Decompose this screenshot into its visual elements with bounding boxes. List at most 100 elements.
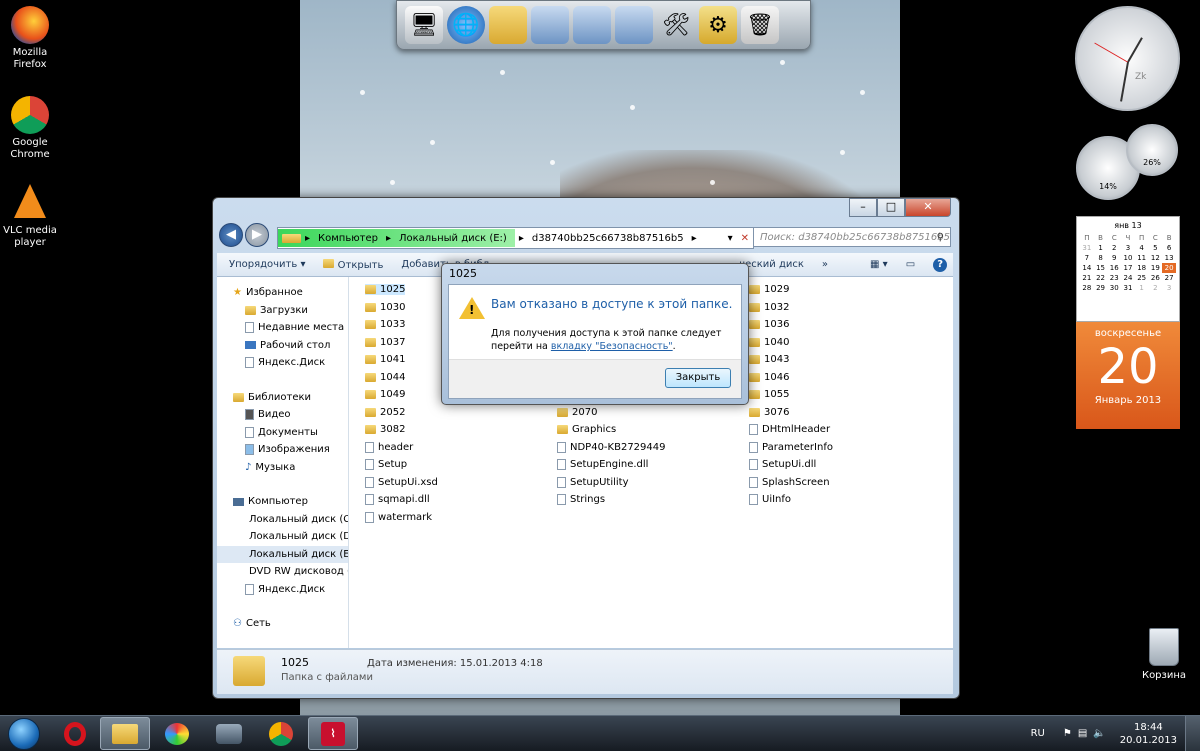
back-button[interactable]: ◀ <box>219 223 243 247</box>
taskbar-camera[interactable] <box>204 717 254 750</box>
calendar-date[interactable]: 15 <box>1094 263 1108 273</box>
desktop-icon-chrome[interactable]: Google Chrome <box>0 96 60 161</box>
calendar-date[interactable]: 29 <box>1094 283 1108 293</box>
nav-disk-e[interactable]: Локальный диск (E: <box>217 545 348 563</box>
file-item[interactable]: 1040 <box>749 337 789 348</box>
security-tab-link[interactable]: вкладку "Безопасность" <box>551 341 673 352</box>
minimize-button[interactable]: – <box>849 198 877 217</box>
calendar-date[interactable]: 9 <box>1107 253 1121 263</box>
file-item[interactable]: header <box>365 441 413 453</box>
file-item[interactable]: Graphics <box>557 424 616 435</box>
nav-desktop[interactable]: Рабочий стол <box>233 337 348 355</box>
open-button[interactable]: Открыть <box>323 258 383 271</box>
nav-disk-c[interactable]: Локальный диск (C <box>233 511 348 529</box>
calendar-date[interactable]: 3 <box>1162 283 1176 293</box>
file-item[interactable]: 3082 <box>365 424 405 435</box>
computer-icon[interactable]: 🖥 <box>405 6 443 44</box>
calendar-date[interactable]: 5 <box>1149 243 1163 253</box>
file-item[interactable]: SetupEngine.dll <box>557 459 648 470</box>
breadcrumb-disk[interactable]: Локальный диск (E:) <box>395 233 511 244</box>
taskbar-chrome[interactable] <box>256 717 306 750</box>
breadcrumb-folder[interactable]: d38740bb25c66738b87516b5 <box>528 233 688 244</box>
file-item[interactable]: 1032 <box>749 302 789 313</box>
calendar-date[interactable]: 30 <box>1107 283 1121 293</box>
file-item[interactable]: UiInfo <box>749 494 791 505</box>
file-item[interactable]: 1025 <box>365 284 406 295</box>
calendar-date[interactable]: 1 <box>1094 243 1108 253</box>
language-indicator[interactable]: RU <box>1031 728 1045 739</box>
forward-button[interactable]: ▶ <box>245 223 269 247</box>
calendar-date[interactable]: 4 <box>1135 243 1149 253</box>
close-button[interactable]: Закрыть <box>665 368 731 388</box>
calendar-date[interactable]: 18 <box>1135 263 1149 273</box>
close-window-button[interactable]: ✕ <box>905 198 951 217</box>
network-icon[interactable]: ▤ <box>1078 728 1087 739</box>
calendar-date[interactable]: 13 <box>1162 253 1176 263</box>
preview-pane-icon[interactable]: ▭ <box>906 259 915 270</box>
calendar-date[interactable]: 6 <box>1162 243 1176 253</box>
calendar-date[interactable]: 28 <box>1080 283 1094 293</box>
calendar-date[interactable]: 14 <box>1080 263 1094 273</box>
calendar-date[interactable]: 16 <box>1107 263 1121 273</box>
file-item[interactable]: 3076 <box>749 407 789 418</box>
nav-network[interactable]: ⚇ Сеть <box>233 615 348 633</box>
search-input[interactable]: Поиск: d38740bb25c66738b87516b5 ⚲ <box>753 227 951 247</box>
file-item[interactable]: 1036 <box>749 319 789 330</box>
file-item[interactable]: 1030 <box>365 302 405 313</box>
dropdown-icon[interactable]: ▾ <box>724 233 737 244</box>
more-commands-button[interactable]: » <box>822 259 828 270</box>
calendar-date[interactable]: 17 <box>1121 263 1135 273</box>
nav-documents[interactable]: Документы <box>233 424 348 442</box>
flag-icon[interactable]: ⚑ <box>1063 728 1072 739</box>
nav-disk-d[interactable]: Локальный диск (D <box>233 528 348 546</box>
calendar-date[interactable]: 23 <box>1107 273 1121 283</box>
calendar-date[interactable]: 22 <box>1094 273 1108 283</box>
taskbar-acrobat[interactable]: ⌇ <box>308 717 358 750</box>
file-item[interactable]: Strings <box>557 494 605 505</box>
file-item[interactable]: 2052 <box>365 407 405 418</box>
file-item[interactable]: DHtmlHeader <box>749 424 830 435</box>
help-icon[interactable]: ? <box>933 257 948 272</box>
desktop-icon-vlc[interactable]: VLC media player <box>0 184 60 249</box>
calendar-date[interactable]: 26 <box>1149 273 1163 283</box>
file-item[interactable]: 1043 <box>749 354 789 365</box>
tools-icon[interactable]: 🛠 <box>657 6 695 44</box>
calendar-date[interactable]: 2 <box>1149 283 1163 293</box>
nav-downloads[interactable]: Загрузки <box>233 302 348 320</box>
calendar-date[interactable]: 20 <box>1162 263 1176 273</box>
trash-icon[interactable]: 🗑 <box>741 6 779 44</box>
folder-icon[interactable] <box>489 6 527 44</box>
nav-yadisk2[interactable]: Яндекс.Диск <box>233 581 348 599</box>
calendar-date[interactable]: 27 <box>1162 273 1176 283</box>
nav-recent[interactable]: Недавние места <box>233 319 348 337</box>
calendar-date[interactable]: 21 <box>1080 273 1094 283</box>
file-item[interactable]: SplashScreen <box>749 476 830 488</box>
nav-yadisk[interactable]: Яндекс.Диск <box>233 354 348 372</box>
folder-images-icon[interactable] <box>615 6 653 44</box>
file-item[interactable]: sqmapi.dll <box>365 494 430 505</box>
taskbar-opera[interactable] <box>50 717 100 750</box>
nav-favorites[interactable]: ★ Избранное <box>233 284 348 302</box>
file-item[interactable]: 1041 <box>365 354 405 365</box>
breadcrumb-computer[interactable]: Компьютер <box>314 233 382 244</box>
file-item[interactable]: watermark <box>365 511 432 523</box>
clock-gadget[interactable]: Zk <box>1075 6 1180 111</box>
folder-open-icon[interactable] <box>531 6 569 44</box>
calendar-date[interactable]: 19 <box>1149 263 1163 273</box>
calendar-date[interactable]: 3 <box>1121 243 1135 253</box>
file-item[interactable]: SetupUtility <box>557 476 629 488</box>
file-item[interactable]: Setup <box>365 459 407 470</box>
stop-icon[interactable]: ✕ <box>737 233 753 244</box>
file-item[interactable]: 1033 <box>365 319 405 330</box>
desktop-icon-firefox[interactable]: Mozilla Firefox <box>0 6 60 71</box>
file-item[interactable]: SetupUi.dll <box>749 459 816 470</box>
volume-icon[interactable]: 🔈 <box>1093 728 1105 739</box>
taskbar-paint[interactable] <box>152 717 202 750</box>
calendar-date[interactable]: 1 <box>1135 283 1149 293</box>
memory-meter-gadget[interactable]: 26% <box>1126 124 1178 176</box>
nav-video[interactable]: Видео <box>233 406 348 424</box>
calendar-gadget[interactable]: янв 13 П В С Ч П С В 31 1 2 3 4 5 6 7 8 9 10 11 12 13 14 15 16 1… <box>1076 216 1180 429</box>
nav-computer[interactable]: Компьютер <box>233 493 348 511</box>
nav-libraries[interactable]: Библиотеки <box>233 389 348 407</box>
nav-dvd[interactable]: DVD RW дисковод ( <box>233 563 348 581</box>
